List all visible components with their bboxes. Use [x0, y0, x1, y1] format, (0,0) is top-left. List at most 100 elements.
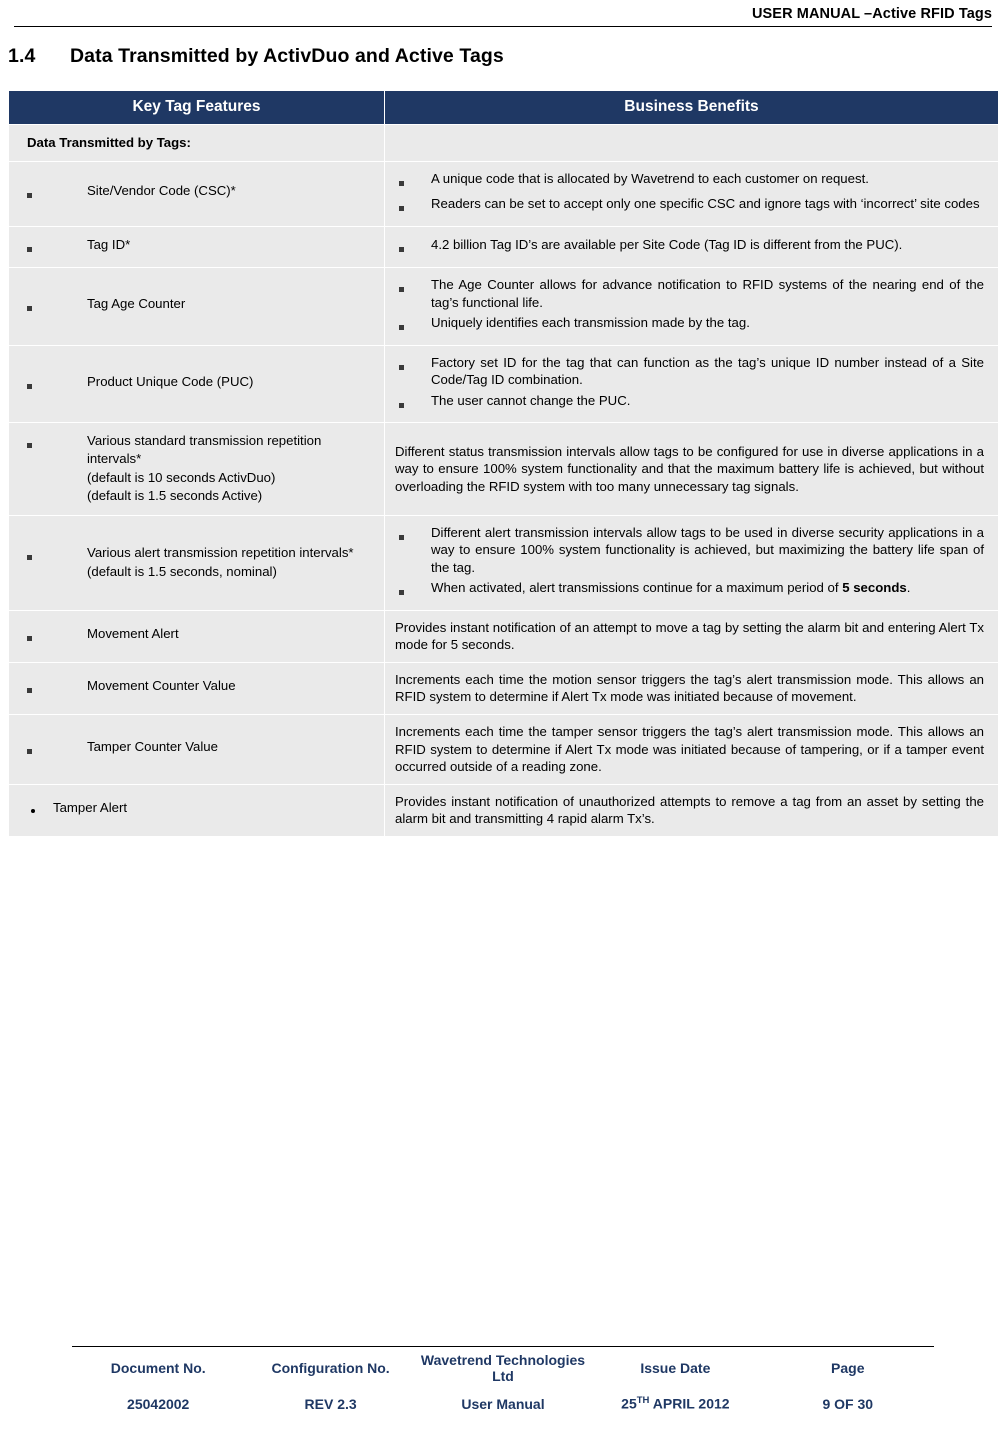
list-item: Uniquely identifies each transmission ma… — [395, 314, 984, 337]
benefit-text: Uniquely identifies each transmission ma… — [431, 315, 750, 331]
list-item: Readers can be set to accept only one sp… — [395, 195, 984, 218]
benefit-text: Factory set ID for the tag that can func… — [431, 354, 984, 388]
document-footer: Document No. Configuration No. Wavetrend… — [0, 1346, 1006, 1415]
benefit-text: The user cannot change the PUC. — [431, 392, 631, 408]
section-title: Data Transmitted by ActivDuo and Active … — [70, 45, 504, 67]
benefit-text-rich: When activated, alert transmissions cont… — [431, 579, 984, 597]
bullet-square-icon — [27, 677, 87, 700]
bullet-square-icon — [395, 314, 431, 337]
list-item: Different alert transmission intervals a… — [395, 524, 984, 577]
footer-value-company: User Manual — [461, 1395, 545, 1412]
footer-value-page: 9 OF 30 — [822, 1395, 874, 1412]
benefit-cell: A unique code that is allocated by Wavet… — [384, 160, 999, 227]
bullet-square-icon — [27, 432, 87, 455]
bullet-square-icon — [395, 354, 431, 377]
bullet-square-icon — [395, 170, 431, 193]
table-row: Movement Alert Provides instant notifica… — [8, 609, 999, 663]
bullet-square-icon — [395, 195, 431, 218]
section-number: 1.4 — [8, 45, 36, 67]
table-row: Movement Counter Value Increments each t… — [8, 661, 999, 716]
benefit-text: Increments each time the motion sensor t… — [395, 671, 984, 705]
footer-label-document-no: Document No. — [110, 1360, 206, 1377]
document-header: USER MANUAL –Active RFID Tags — [0, 0, 1006, 22]
table-header-row: Key Tag Features Business Benefits — [8, 90, 999, 125]
benefit-text-pre: When activated, alert transmissions cont… — [431, 580, 843, 596]
feature-label: Site/Vendor Code (CSC)* — [87, 183, 236, 199]
bullet-square-icon — [395, 392, 431, 415]
feature-sublabel: (default is 1.5 seconds Active) — [87, 488, 263, 504]
benefit-text: The Age Counter allows for advance notif… — [431, 277, 984, 310]
benefit-text: Different status transmission intervals … — [395, 443, 984, 494]
table-row: Product Unique Code (PUC) Factory set ID… — [8, 344, 999, 424]
benefit-cell: The Age Counter allows for advance notif… — [384, 267, 999, 346]
bullet-square-icon — [27, 373, 87, 396]
benefit-cell: Different alert transmission intervals a… — [384, 514, 999, 611]
footer-value-row: 25042002 REV 2.3 User Manual 25TH APRIL … — [72, 1387, 934, 1415]
footer-label-page: Page — [831, 1360, 865, 1377]
footer-table: Document No. Configuration No. Wavetrend… — [72, 1347, 934, 1415]
feature-label: Tamper Alert — [53, 799, 128, 815]
footer-label-issue-date: Issue Date — [640, 1360, 711, 1377]
benefit-text: Different alert transmission intervals a… — [431, 524, 984, 575]
bullet-square-icon — [395, 579, 431, 602]
list-item: A unique code that is allocated by Wavet… — [395, 170, 984, 193]
benefit-list: The Age Counter allows for advance notif… — [395, 276, 984, 337]
table-row: Tamper Alert Provides instant notificati… — [8, 783, 999, 837]
feature-cell: Various standard transmission repetition… — [8, 422, 385, 516]
list-item: The user cannot change the PUC. — [395, 392, 984, 415]
list-item: Factory set ID for the tag that can func… — [395, 354, 984, 389]
benefit-text: Increments each time the tamper sensor t… — [395, 724, 984, 775]
feature-label: Tamper Counter Value — [87, 739, 218, 755]
table-row: Tamper Counter Value Increments each tim… — [8, 714, 999, 785]
column-header-key-tag-features: Key Tag Features — [8, 90, 385, 125]
benefit-list: 4.2 billion Tag ID’s are available per S… — [395, 236, 984, 259]
list-item: When activated, alert transmissions cont… — [395, 579, 984, 602]
bullet-square-icon — [27, 295, 87, 318]
table-row: Tag Age Counter The Age Counter allows f… — [8, 267, 999, 346]
feature-cell: Various alert transmission repetition in… — [8, 514, 385, 611]
benefit-list: Different alert transmission intervals a… — [395, 524, 984, 602]
feature-label: Various alert transmission repetition in… — [87, 545, 354, 561]
bullet-square-icon — [395, 236, 431, 259]
benefit-text-post: . — [906, 580, 911, 596]
footer-value-configuration-no: REV 2.3 — [304, 1395, 357, 1412]
issue-date-day: 25 — [621, 1396, 637, 1412]
feature-cell: Movement Counter Value — [8, 661, 385, 716]
feature-label: Movement Counter Value — [87, 678, 236, 694]
benefit-list: Factory set ID for the tag that can func… — [395, 354, 984, 415]
bullet-square-icon — [27, 738, 87, 761]
benefit-text-bold: 5 seconds — [842, 580, 907, 596]
benefit-text: 4.2 billion Tag ID’s are available per S… — [431, 236, 903, 252]
feature-sublabel: (default is 10 seconds ActivDuo) — [87, 469, 276, 485]
document-page: USER MANUAL –Active RFID Tags 1.4 Data T… — [0, 0, 1006, 1429]
feature-label: Various standard transmission repetition… — [87, 433, 322, 467]
footer-label-company: Wavetrend Technologies Ltd — [420, 1352, 586, 1385]
list-item: 4.2 billion Tag ID’s are available per S… — [395, 236, 984, 259]
benefit-text: Provides instant notification of an atte… — [395, 619, 984, 653]
column-header-business-benefits: Business Benefits — [384, 90, 999, 125]
benefit-text: Readers can be set to accept only one sp… — [431, 196, 980, 212]
bullet-square-icon — [395, 276, 431, 299]
feature-cell: Tag ID* — [8, 225, 385, 269]
features-table: Key Tag Features Business Benefits Data … — [8, 90, 999, 837]
benefit-cell: Provides instant notification of unautho… — [384, 783, 999, 837]
list-item: The Age Counter allows for advance notif… — [395, 276, 984, 311]
table-row: Tag ID* 4.2 billion Tag ID’s are availab… — [8, 225, 999, 269]
feature-cell: Movement Alert — [8, 609, 385, 663]
bullet-square-icon — [27, 544, 87, 567]
footer-label-row: Document No. Configuration No. Wavetrend… — [72, 1347, 934, 1387]
feature-sublabel: (default is 1.5 seconds, nominal) — [87, 563, 277, 579]
bullet-dot-icon — [27, 799, 53, 822]
bullet-square-icon — [27, 236, 87, 259]
issue-date-rest: APRIL 2012 — [649, 1396, 730, 1412]
feature-cell: Tag Age Counter — [8, 267, 385, 346]
feature-cell: Tamper Alert — [8, 783, 385, 837]
footer-value-issue-date: 25TH APRIL 2012 — [589, 1387, 761, 1415]
features-table-wrapper: Key Tag Features Business Benefits Data … — [8, 90, 999, 837]
header-divider — [14, 26, 992, 27]
benefit-text: Provides instant notification of unautho… — [395, 793, 984, 827]
benefit-cell: Increments each time the tamper sensor t… — [384, 714, 999, 785]
feature-label: Movement Alert — [87, 626, 179, 642]
benefit-cell: Increments each time the motion sensor t… — [384, 661, 999, 716]
bullet-square-icon — [395, 524, 431, 547]
